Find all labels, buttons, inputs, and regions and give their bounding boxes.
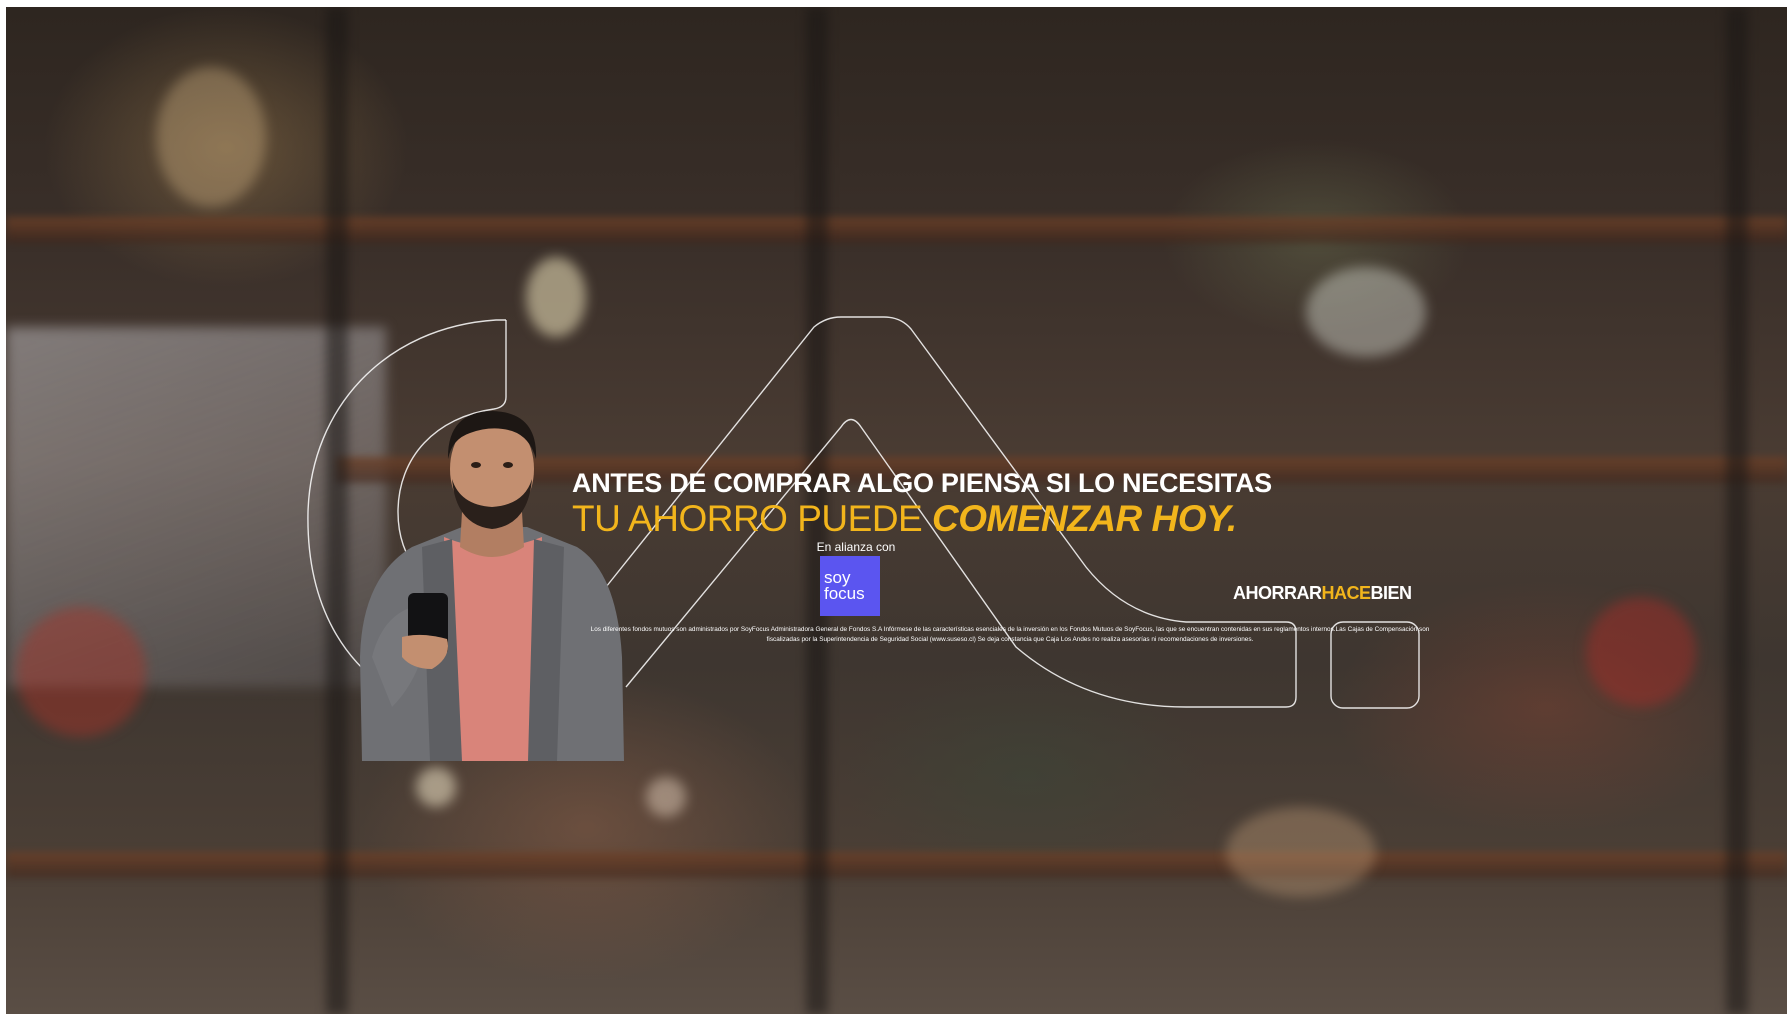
tagline-part2: HACE (1321, 583, 1372, 603)
soyfocus-logo-line2: focus (824, 584, 865, 603)
headline: ANTES DE COMPRAR ALGO PIENSA SI LO NECES… (572, 467, 1272, 539)
partner-intro: En alianza con (816, 540, 896, 554)
campaign-tagline: AHORRARHACEBIEN (1233, 583, 1412, 604)
headline-line2-emphasis: COMENZAR HOY. (932, 498, 1237, 539)
tagline-part3: BIEN (1370, 583, 1413, 603)
legal-disclaimer: Los diferentes fondos mutuos son adminis… (590, 626, 1430, 643)
soyfocus-logo: soy focus (820, 556, 880, 616)
headline-line2: TU AHORRO PUEDE COMENZAR HOY. (572, 499, 1272, 539)
hero-banner[interactable]: ANTES DE COMPRAR ALGO PIENSA SI LO NECES… (6, 7, 1787, 1014)
headline-line2-regular: TU AHORRO PUEDE (572, 498, 932, 539)
person-photo (360, 411, 624, 761)
headline-line1: ANTES DE COMPRAR ALGO PIENSA SI LO NECES… (572, 468, 1272, 498)
tagline-part1: AHORRAR (1233, 583, 1322, 603)
